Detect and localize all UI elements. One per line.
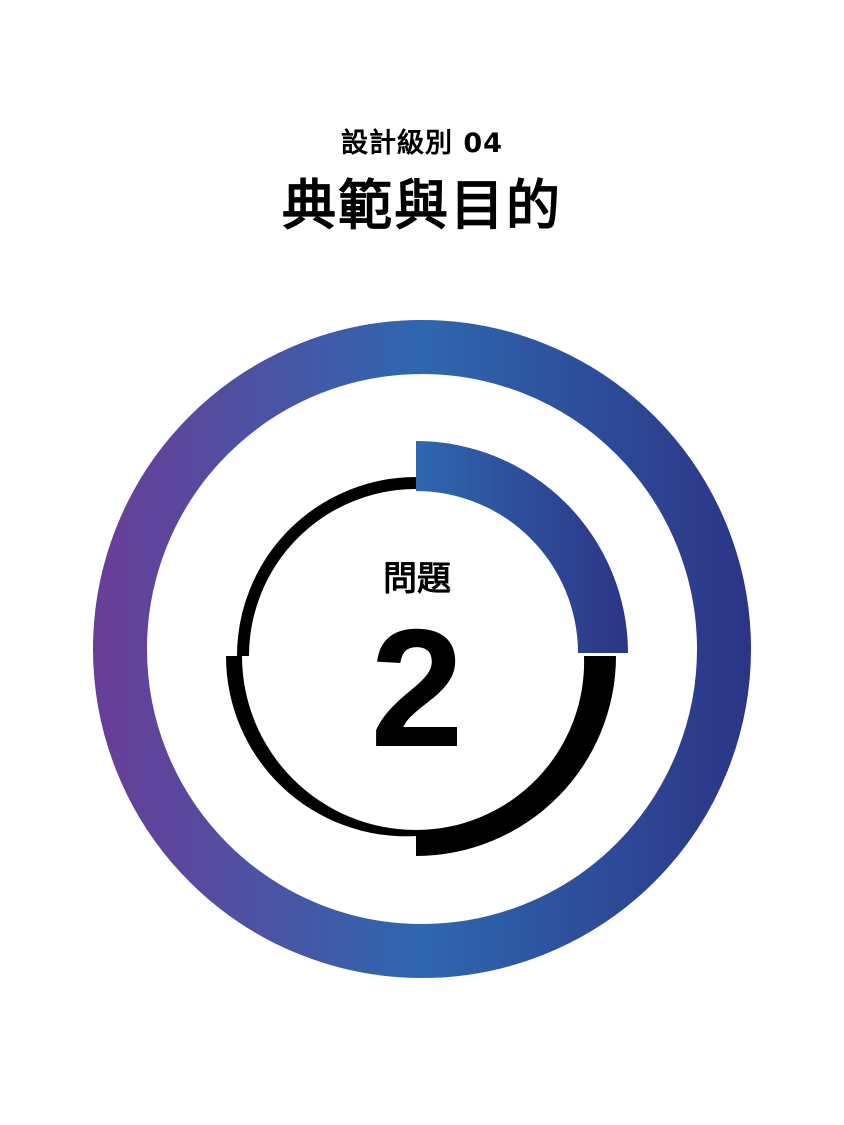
- badge-number: 2: [370, 594, 464, 782]
